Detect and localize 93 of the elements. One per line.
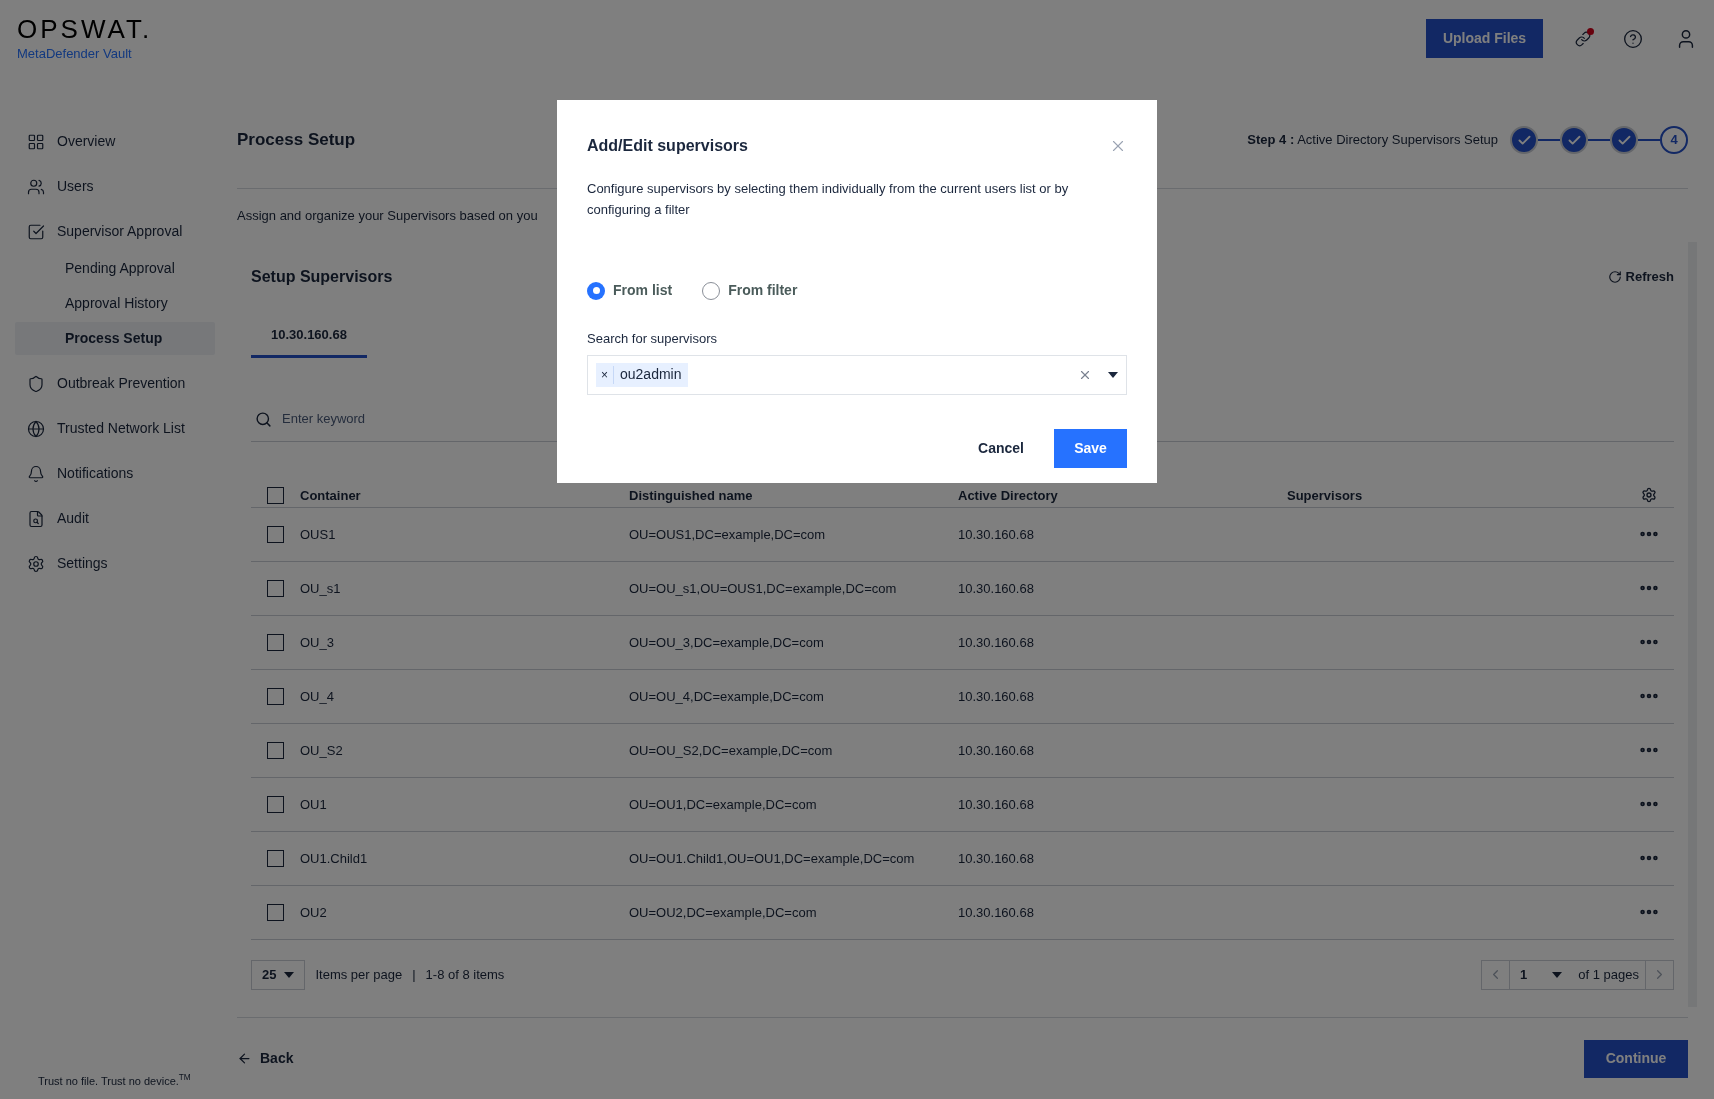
dropdown-caret-icon	[1108, 371, 1118, 378]
refresh-button[interactable]: Refresh	[1607, 266, 1674, 287]
checkbox[interactable]	[267, 903, 284, 921]
table-cell: OU=OU1.Child1,OU=OU1,DC=example,DC=com	[629, 851, 915, 866]
table-cell: 10.30.160.68	[958, 581, 1034, 596]
field-label: Search for supervisors	[587, 330, 719, 348]
table-cell: 10.30.160.68	[958, 743, 1034, 758]
link-icon[interactable]	[1575, 30, 1591, 47]
logo: OPSWAT.	[17, 14, 153, 44]
item-range: 1-8 of 8 items	[425, 965, 505, 984]
bell-icon	[27, 464, 45, 483]
users-icon	[27, 177, 45, 196]
cancel-button[interactable]: Cancel	[968, 428, 1034, 468]
checkbox[interactable]	[267, 633, 284, 651]
checkbox[interactable]	[267, 525, 284, 543]
sidebar-item[interactable]: Notifications	[15, 457, 215, 490]
save-button[interactable]: Save	[1054, 428, 1127, 468]
sidebar-item[interactable]: Users	[15, 170, 215, 203]
table-cell: 10.30.160.68	[958, 797, 1034, 812]
sidebar-item[interactable]: Supervisor Approval	[15, 215, 215, 248]
tag: × ou2admin	[596, 362, 688, 387]
page-size-dropdown[interactable]: 25	[251, 959, 306, 990]
table-cell: OU_s1	[300, 581, 341, 596]
refresh-icon	[1607, 269, 1622, 284]
sidebar-item[interactable]: Trusted Network List	[15, 412, 215, 445]
checkbox[interactable]	[267, 579, 284, 597]
table-cell: OU2	[300, 905, 327, 920]
tagline: Trust no file. Trust no device.$^{TM}$	[38, 1072, 191, 1089]
sidebar-item[interactable]: Audit	[15, 502, 215, 535]
upload-files-button[interactable]: Upload Files	[1426, 19, 1543, 58]
page-count: of 1 pages	[1577, 965, 1640, 984]
checkbox[interactable]	[267, 741, 284, 759]
sidebar-item[interactable]: Outbreak Prevention	[15, 367, 215, 400]
description: Assign and organize your Supervisors based on you	[237, 207, 538, 225]
table-cell: OU=OUS1,DC=example,DC=com	[629, 527, 826, 542]
table-cell: OU=OU_3,DC=example,DC=com	[629, 635, 824, 650]
page-title: Process Setup	[237, 129, 356, 152]
table-cell: OU1.Child1	[300, 851, 368, 866]
grid-icon	[27, 132, 45, 151]
table-cell: OU=OU_4,DC=example,DC=com	[629, 689, 824, 704]
table-cell: OU_3	[300, 635, 334, 650]
table-cell: 10.30.160.68	[958, 635, 1034, 650]
sidebar-item[interactable]: Process Setup	[15, 322, 215, 355]
sidebar-item[interactable]: Pending Approval	[15, 252, 215, 285]
checkbox[interactable]	[267, 687, 284, 705]
page-dropdown[interactable]: 1	[1510, 960, 1573, 989]
table-cell: OU_4	[300, 689, 334, 704]
table-cell: OU=OU_s1,OU=OUS1,DC=example,DC=com	[629, 581, 897, 596]
document-search-icon	[27, 509, 45, 528]
radio-option[interactable]: From filter	[702, 280, 798, 301]
shield-icon	[27, 374, 45, 393]
step-label: Step 4 : Active Directory Supervisors Setup	[1247, 131, 1498, 150]
caret-icon	[284, 971, 295, 978]
sidebar-item[interactable]: Approval History	[15, 287, 215, 320]
modal-title: Add/Edit supervisors	[587, 136, 748, 156]
tab[interactable]: 10.30.160.68	[251, 315, 367, 358]
column-header: Container	[300, 488, 361, 503]
table-cell: OU=OU2,DC=example,DC=com	[629, 905, 817, 920]
table-cell: 10.30.160.68	[958, 905, 1034, 920]
continue-button[interactable]: Continue	[1584, 1039, 1688, 1078]
settings-icon	[27, 554, 45, 573]
sidebar-item[interactable]: Overview	[15, 125, 215, 158]
checkbox[interactable]	[267, 849, 284, 867]
radio-option[interactable]: From list	[587, 280, 673, 301]
sidebar-item[interactable]: Settings	[15, 547, 215, 580]
table-cell: 10.30.160.68	[958, 527, 1034, 542]
section-title: Setup Supervisors	[251, 266, 393, 287]
table-cell: OU_S2	[300, 743, 343, 758]
items-per-page-label: Items per page	[315, 965, 403, 984]
table-cell: OU=OU1,DC=example,DC=com	[629, 797, 817, 812]
back-button[interactable]: Back	[237, 1048, 294, 1069]
column-header: Distinguished name	[629, 488, 753, 503]
supervisor-select[interactable]: × ou2admin	[587, 354, 1127, 395]
checkbox-icon	[27, 222, 45, 241]
column-header: Active Directory	[958, 488, 1058, 503]
product-name: MetaDefender Vault	[17, 45, 133, 63]
separator: |	[412, 965, 416, 984]
checkbox[interactable]	[267, 795, 284, 813]
search-field[interactable]: Enter keyword	[282, 409, 1670, 429]
search-icon	[255, 410, 272, 428]
globe-icon	[27, 419, 45, 438]
table-cell: OU=OU_S2,DC=example,DC=com	[629, 743, 833, 758]
settings-icon[interactable]	[1641, 487, 1657, 503]
column-header: Supervisors	[1287, 488, 1363, 503]
checkbox[interactable]	[267, 486, 284, 504]
help-icon[interactable]	[1623, 28, 1643, 49]
table-cell: OU1	[300, 797, 327, 812]
remove-tag-button[interactable]: ×	[596, 365, 614, 384]
table-cell: 10.30.160.68	[958, 851, 1034, 866]
table-cell: OUS1	[300, 527, 336, 542]
modal-description: Configure supervisors by selecting them individually from the current users list or by configuring a filter	[587, 180, 1070, 219]
caret-icon	[1552, 971, 1563, 978]
table-cell: 10.30.160.68	[958, 689, 1034, 704]
